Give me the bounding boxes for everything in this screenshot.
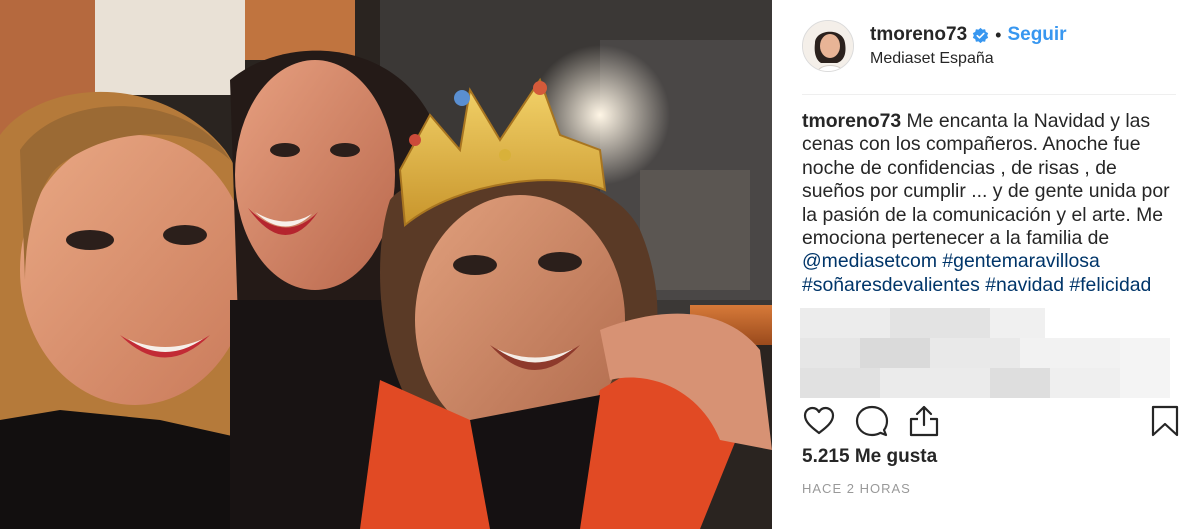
follow-button[interactable]: Seguir: [1007, 24, 1066, 46]
post-header: tmoreno73 • Seguir Mediaset España: [802, 17, 1180, 75]
post-photo[interactable]: [0, 0, 772, 529]
verified-badge-icon: [972, 27, 989, 43]
avatar-image: [803, 21, 853, 71]
action-bar: [802, 404, 1180, 438]
hashtag-link[interactable]: #gentemaravillosa: [942, 250, 1099, 272]
caption-username-link[interactable]: tmoreno73: [802, 110, 901, 132]
post-caption: tmoreno73 Me encanta la Navidad y las ce…: [802, 110, 1182, 297]
post-timestamp[interactable]: HACE 2 HORAS: [802, 481, 911, 496]
hashtag-link[interactable]: #navidad: [985, 274, 1064, 296]
likes-count[interactable]: 5.215 Me gusta: [802, 446, 937, 468]
header-divider: [802, 94, 1176, 95]
heart-icon[interactable]: [802, 404, 836, 438]
mention-link[interactable]: @mediasetcom: [802, 250, 937, 272]
separator-dot: •: [995, 24, 1002, 45]
username-link[interactable]: tmoreno73: [870, 24, 967, 46]
pixelated-comments: [800, 306, 1170, 406]
pixelated-block: [800, 306, 1170, 406]
avatar[interactable]: [802, 20, 854, 72]
comment-icon[interactable]: [855, 404, 889, 438]
share-icon[interactable]: [907, 404, 941, 438]
hashtag-link[interactable]: #soñaresdevalientes: [802, 274, 980, 296]
bookmark-icon[interactable]: [1148, 404, 1182, 438]
hashtag-link[interactable]: #felicidad: [1069, 274, 1151, 296]
header-text: tmoreno73 • Seguir Mediaset España: [870, 24, 1067, 68]
selfie-illustration: [0, 0, 772, 529]
header-row: tmoreno73 • Seguir: [870, 24, 1067, 46]
location-link[interactable]: Mediaset España: [870, 50, 1067, 68]
post-side-panel: tmoreno73 • Seguir Mediaset España tmore…: [772, 0, 1200, 529]
